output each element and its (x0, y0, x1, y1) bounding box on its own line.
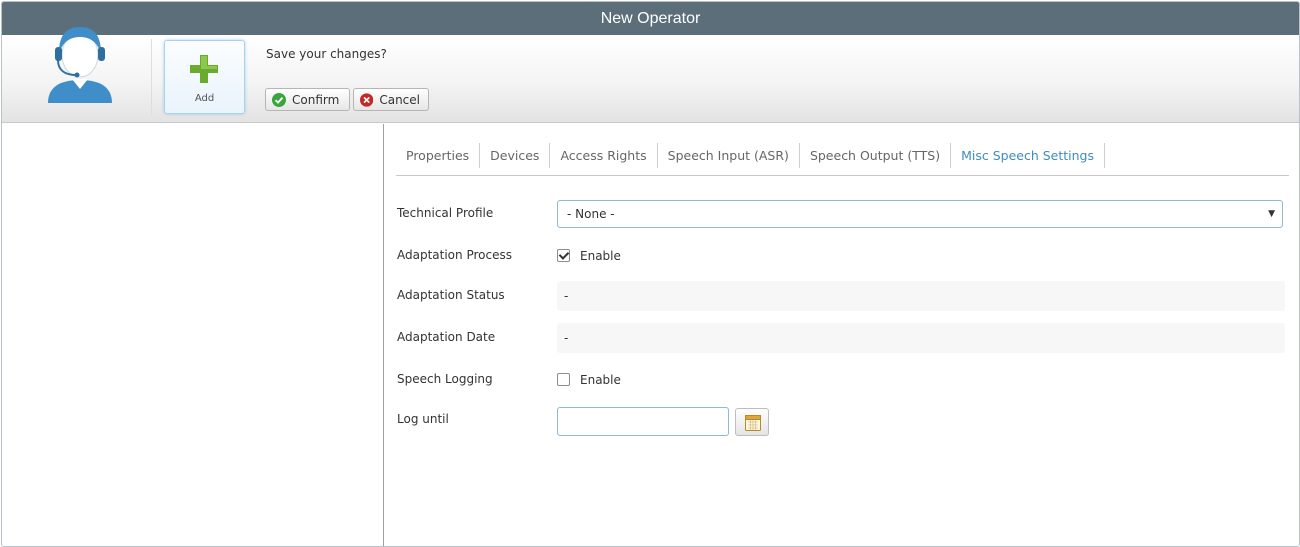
calendar-button[interactable] (735, 408, 769, 436)
cancel-button-label: Cancel (379, 92, 420, 107)
adaptation-process-label: Adaptation Process (397, 248, 512, 262)
operator-headset-icon (48, 27, 112, 103)
technical-profile-value: - None - (567, 207, 615, 221)
technical-profile-label: Technical Profile (397, 206, 494, 220)
adaptation-process-enable-label[interactable]: Enable (580, 249, 621, 263)
tab-speech-input[interactable]: Speech Input (ASR) (658, 143, 800, 168)
log-until-label: Log until (397, 412, 449, 426)
check-circle-icon (272, 92, 286, 107)
adaptation-date-value: - (557, 323, 1285, 353)
adaptation-process-checkbox[interactable] (557, 249, 570, 262)
adaptation-date-label: Adaptation Date (397, 330, 496, 344)
x-circle-icon (360, 92, 374, 107)
calendar-icon (745, 415, 761, 431)
tab-access-rights[interactable]: Access Rights (550, 143, 658, 168)
log-until-input[interactable] (557, 407, 729, 436)
add-button[interactable]: Add (164, 40, 245, 114)
new-operator-dialog: New Operator Add Save your changes? Conf… (1, 1, 1300, 547)
add-button-label: Add (194, 93, 215, 104)
tab-bar: Properties Devices Access Rights Speech … (396, 143, 1289, 176)
tab-misc-speech-settings[interactable]: Misc Speech Settings (951, 143, 1105, 168)
dropdown-arrow-icon: ▼ (1268, 209, 1275, 219)
confirm-button[interactable]: Confirm (265, 88, 350, 111)
operator-list-pane (2, 124, 384, 546)
toolbar-divider (151, 39, 152, 115)
save-prompt: Save your changes? (266, 47, 387, 61)
tab-properties[interactable]: Properties (396, 143, 481, 168)
tab-speech-output[interactable]: Speech Output (TTS) (800, 143, 952, 168)
speech-logging-enable-label[interactable]: Enable (580, 373, 621, 387)
speech-logging-checkbox[interactable] (557, 373, 570, 386)
tab-devices[interactable]: Devices (480, 143, 551, 168)
confirm-button-label: Confirm (292, 92, 340, 107)
speech-logging-label: Speech Logging (397, 372, 493, 386)
technical-profile-select[interactable]: - None - ▼ (557, 200, 1283, 228)
adaptation-status-value: - (557, 281, 1285, 311)
toolbar: Add Save your changes? Confirm Cancel (2, 27, 1299, 123)
dialog-title: New Operator (2, 2, 1299, 35)
plus-icon (190, 55, 218, 83)
cancel-button[interactable]: Cancel (353, 88, 429, 111)
adaptation-status-label: Adaptation Status (397, 288, 505, 302)
settings-panel: Properties Devices Access Rights Speech … (384, 124, 1299, 546)
